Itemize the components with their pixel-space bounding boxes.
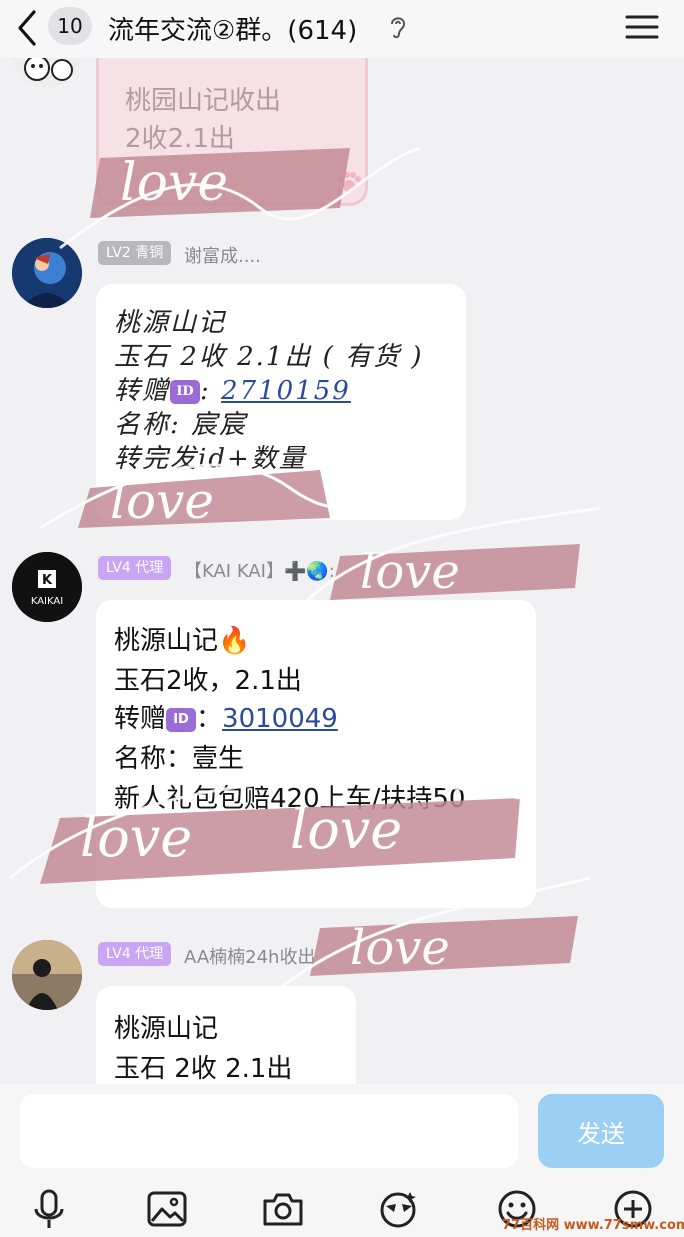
colon: : [200,376,222,406]
transfer-label: 转赠 [114,704,167,734]
level-badge: LV4 代理 [98,556,172,580]
message-input[interactable] [20,1094,518,1168]
message-bubble[interactable]: 桃园山记收出 2收2.1出 [96,58,368,206]
avatar[interactable]: K KAIKAI [12,552,82,622]
sender-name[interactable]: AA楠楠24h收出 [184,943,315,969]
chat-header: 10 流年交流②群。(614) [0,0,684,58]
avatar-label: KAIKAI [31,596,63,607]
site-watermark: 77百科网 www.77smw.com [502,1218,684,1233]
message-line: 转完发id+数量 [114,444,307,474]
message-line: 桃源山记 [114,1014,219,1044]
message-line: 桃源山记🔥 [114,626,251,656]
chat-message-list[interactable]: 桃园山记收出 2收2.1出 LV2 青铜 谢富成.... 桃源山记 玉石 2收 … [0,58,684,1084]
message-line: 玉石 2收 2.1出 ( 有货 ) [114,342,424,372]
avatar[interactable] [12,940,82,1010]
camera-icon[interactable] [262,1188,304,1230]
level-badge: LV4 代理 [98,942,172,966]
message-line: 桃源山记 [114,308,227,338]
level-badge: LV2 青铜 [98,241,172,265]
message-line: 桃园山记收出 [125,86,282,116]
group-title: 流年交流②群。(614) [108,16,358,46]
colon: ： [196,704,223,734]
ear-icon [391,17,406,39]
message-bubble[interactable]: 桃源山记 玉石 2收 2.1出 ( 有货 ) 转赠 ID: 2710159 名称:… [96,284,466,520]
message-line: 玉石 2收 2.1出 [114,1054,293,1084]
svg-text:love: love [360,544,460,600]
image-icon[interactable] [146,1188,188,1230]
sticker-icon[interactable] [378,1188,420,1230]
message-line: 名称: 宸宸 [114,410,248,440]
microphone-icon[interactable] [28,1188,70,1230]
avatar[interactable] [12,238,82,308]
id-icon: ID [170,380,201,404]
unread-count-badge[interactable]: 10 [48,7,92,45]
avatar[interactable] [12,58,82,88]
id-link[interactable]: 3010049 [222,704,338,734]
back-arrow-icon[interactable] [14,8,42,48]
id-icon: ID [166,707,197,732]
menu-icon[interactable] [624,12,660,42]
id-link[interactable]: 2710159 [221,376,351,406]
message-line: 转赠 ID: 2710159 [114,370,351,407]
svg-text:K: K [42,573,53,588]
message-line: 玉石2收，2.1出 [114,666,302,696]
message-line: 转赠 ID ：3010049 [114,698,338,735]
svg-text:love: love [350,920,450,976]
transfer-label: 转赠 [114,376,171,406]
sender-name[interactable]: 谢富成.... [184,242,261,268]
message-line: 2收2.1出 [125,124,235,154]
message-bubble[interactable]: 桃源山记🔥 玉石2收，2.1出 转赠 ID ：3010049 名称：壹生 新人礼包包… [96,600,536,908]
sender-name[interactable]: 【KAI KAI】➕🌏: [184,557,335,583]
message-line: 名称：壹生 [114,744,245,774]
message-bubble[interactable]: 桃源山记 玉石 2收 2.1出 [96,986,356,1084]
message-line: 新人礼包包赔420上车/扶持50 [114,784,466,814]
paw-icon [338,172,361,192]
send-button[interactable]: 发送 [538,1094,664,1168]
